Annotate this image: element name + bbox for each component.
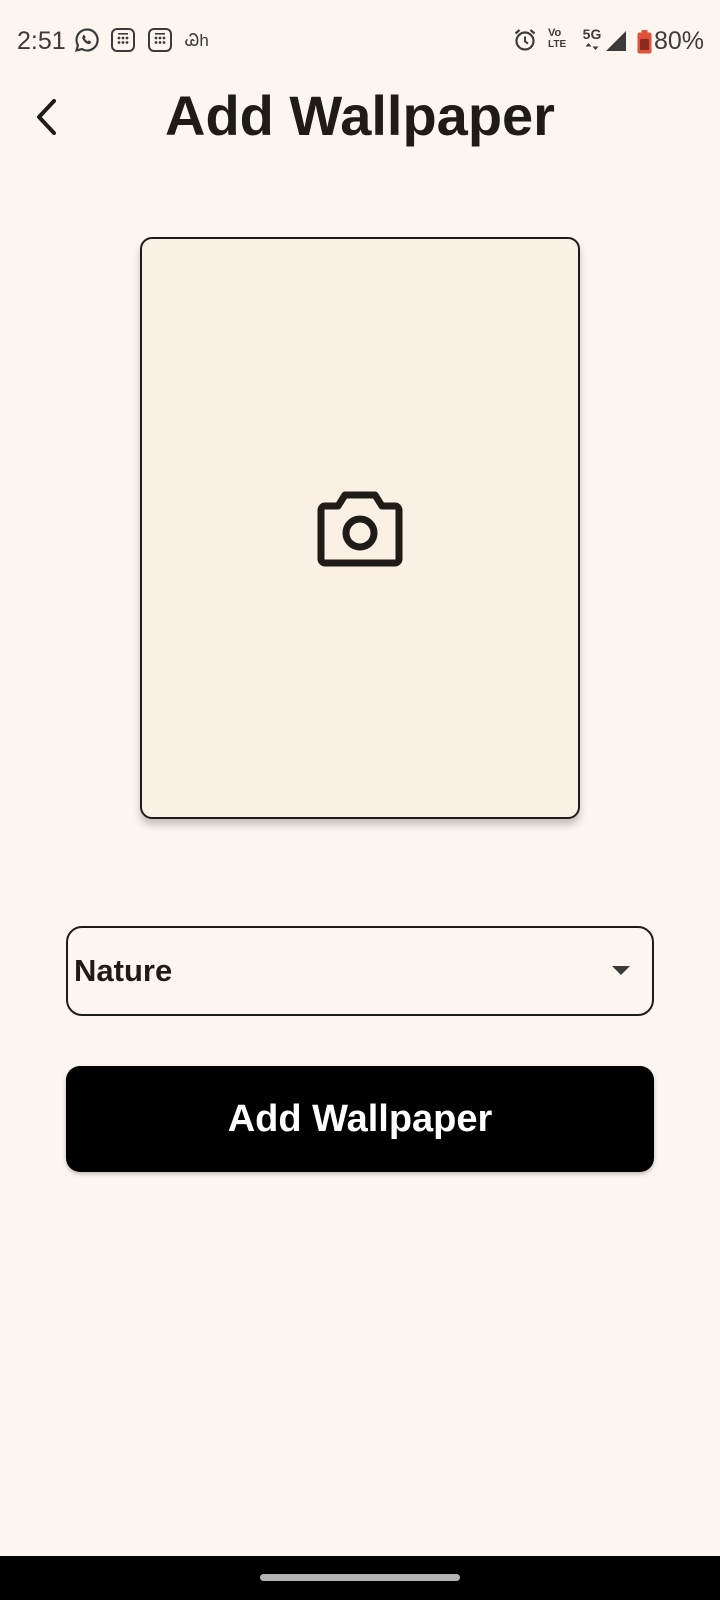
data-arrows-icon bbox=[585, 43, 599, 50]
category-dropdown[interactable]: Nature bbox=[66, 926, 654, 1016]
network-type: 5G bbox=[580, 27, 604, 50]
page-title: Add Wallpaper bbox=[165, 84, 555, 147]
dropdown-arrow-icon bbox=[612, 966, 630, 975]
calendar-app-icon bbox=[110, 27, 136, 58]
signal-icon bbox=[605, 30, 627, 57]
volte-label: Vo bbox=[548, 27, 562, 39]
status-bar: 2:51 Ꮚh Vo LTE 5G 80% bbox=[0, 0, 720, 84]
alarm-icon bbox=[512, 27, 538, 58]
home-gesture-handle[interactable] bbox=[260, 1574, 460, 1581]
battery-icon bbox=[637, 30, 652, 59]
network-type-label: 5G bbox=[582, 26, 602, 42]
status-time: 2:51 bbox=[17, 27, 66, 55]
navigation-bar bbox=[0, 1556, 720, 1600]
lte-label: LTE bbox=[548, 39, 567, 50]
camera-icon bbox=[317, 491, 403, 567]
volte-icon: Vo LTE bbox=[548, 27, 576, 50]
category-selected-value: Nature bbox=[74, 953, 173, 988]
whatsapp-icon bbox=[74, 27, 100, 58]
battery-percent: 80% bbox=[654, 27, 705, 55]
image-picker[interactable] bbox=[140, 237, 580, 819]
calendar-app-icon-2 bbox=[147, 27, 173, 58]
notification-app-icon: Ꮚh bbox=[185, 31, 209, 50]
add-wallpaper-button[interactable]: Add Wallpaper bbox=[66, 1066, 654, 1172]
